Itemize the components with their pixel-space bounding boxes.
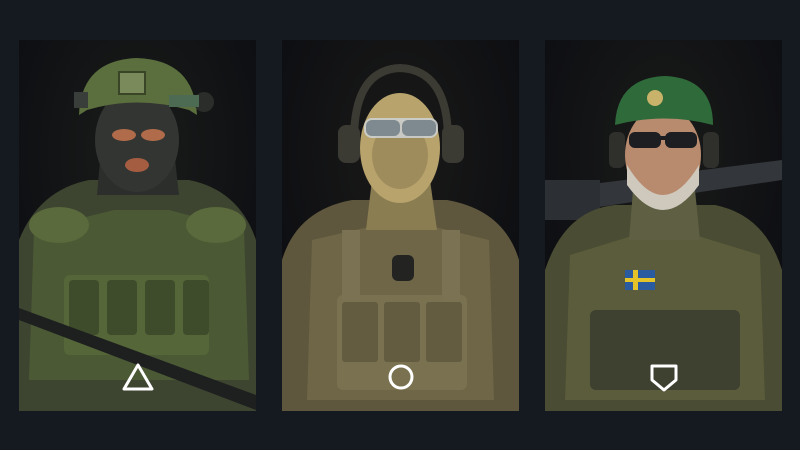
shield-icon (644, 357, 684, 397)
operator-select-screen: { "cards": [ { "id": "operator-camo-helm… (0, 0, 800, 450)
operator-card-green-beret[interactable] (545, 40, 782, 411)
operator-card-camo-helmet[interactable] (19, 40, 256, 411)
operator-portrait-camo-helmet (19, 40, 256, 411)
operator-card-tan-balaclava[interactable] (282, 40, 519, 411)
triangle-icon (118, 357, 158, 397)
operator-portrait-green-beret (545, 40, 782, 411)
circle-icon (381, 357, 421, 397)
operator-portrait-tan-balaclava (282, 40, 519, 411)
